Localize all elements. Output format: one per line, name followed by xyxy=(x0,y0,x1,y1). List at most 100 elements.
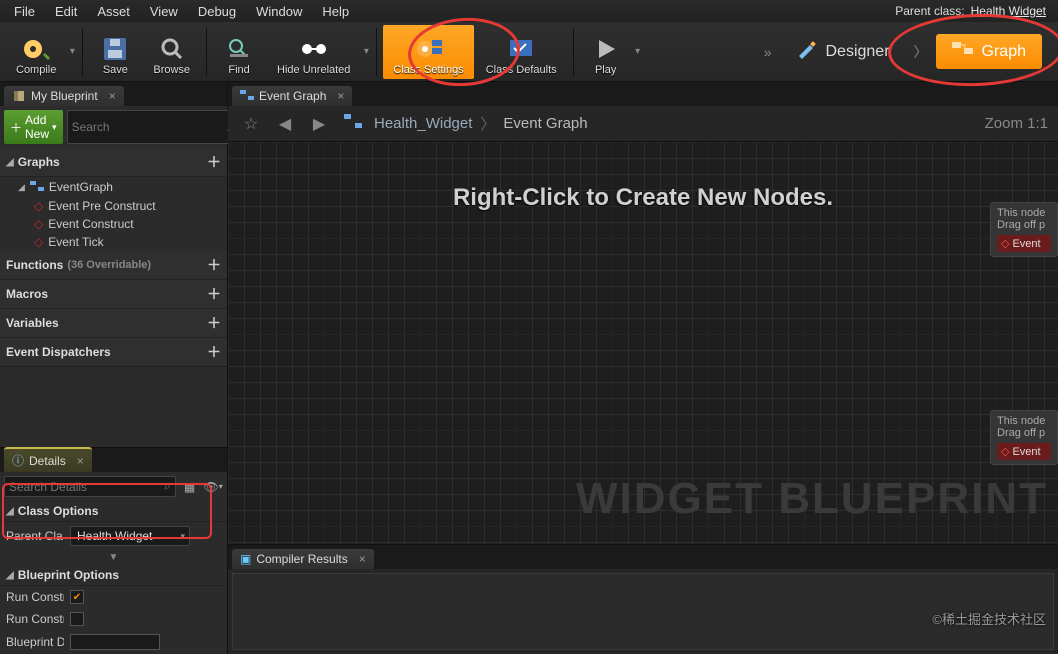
menu-view[interactable]: View xyxy=(140,2,188,21)
event-pre-construct[interactable]: ◇Event Pre Construct xyxy=(0,197,227,215)
class-defaults-button[interactable]: Class Defaults xyxy=(476,25,567,79)
play-label: Play xyxy=(595,64,616,76)
favorite-button[interactable]: ☆ xyxy=(238,111,264,137)
hide-icon xyxy=(298,34,330,64)
class-settings-button[interactable]: Class Settings xyxy=(383,25,473,79)
stub-event-2: ◇Event xyxy=(997,443,1051,460)
browse-button[interactable]: Browse xyxy=(143,25,200,79)
add-graph-button[interactable]: ＋ xyxy=(207,152,221,172)
graph-node-icon xyxy=(30,180,44,194)
corner-watermark: ©稀土掘金技术社区 xyxy=(932,609,1046,628)
details-view-button[interactable]: 👁▾ xyxy=(203,476,223,497)
menu-help[interactable]: Help xyxy=(312,2,359,21)
nav-back-button[interactable]: ◀ xyxy=(272,111,298,137)
designer-label: Designer xyxy=(826,43,890,61)
details-matrix-button[interactable]: ▦ xyxy=(180,476,200,497)
details-search[interactable]: ⌕ xyxy=(4,476,176,497)
close-icon[interactable]: × xyxy=(109,89,116,103)
canvas-watermark: WIDGET BLUEPRINT xyxy=(576,474,1048,524)
right-column: Event Graph × ☆ ◀ ▶ Health_Widget 〉 Even… xyxy=(228,82,1058,654)
add-new-button[interactable]: ＋ Add New ▾ xyxy=(4,110,63,144)
graph-label: Graph xyxy=(982,43,1026,61)
stub-line1b: This node xyxy=(997,415,1051,427)
graph-icon xyxy=(952,40,974,63)
node-stub-1[interactable]: This node Drag off p ◇Event xyxy=(990,202,1058,257)
category-variables[interactable]: Variables ＋ xyxy=(0,309,227,338)
close-icon[interactable]: × xyxy=(359,552,366,566)
menu-edit[interactable]: Edit xyxy=(45,2,87,21)
run-constr-label-1: Run Constr xyxy=(6,590,64,604)
category-functions[interactable]: Functions (36 Overridable) ＋ xyxy=(0,251,227,280)
event-icon: ◇ xyxy=(34,199,43,213)
blueprint-options-header[interactable]: ◢ Blueprint Options xyxy=(0,565,227,586)
designer-icon xyxy=(796,38,818,65)
compiler-results-panel: ▣ Compiler Results × xyxy=(228,544,1058,654)
play-button[interactable]: Play xyxy=(580,25,632,79)
node-stub-2[interactable]: This node Drag off p ◇Event xyxy=(990,410,1058,465)
menu-bar: File Edit Asset View Debug Window Help P… xyxy=(0,0,1058,22)
compiler-results-tab[interactable]: ▣ Compiler Results × xyxy=(232,549,374,569)
collapse-icon: ◢ xyxy=(18,182,25,193)
event-graph-tab-label: Event Graph xyxy=(259,89,326,103)
run-constr-check-1[interactable] xyxy=(70,590,84,604)
details-search-input[interactable] xyxy=(9,480,164,494)
save-button[interactable]: Save xyxy=(89,25,141,79)
blueprint-d-row: Blueprint D xyxy=(0,630,227,654)
hide-dropdown[interactable]: ▾ xyxy=(362,25,370,79)
collapse-icon: ◢ xyxy=(6,506,14,517)
graph-home-button[interactable] xyxy=(340,111,366,137)
myblueprint-tab[interactable]: My Blueprint × xyxy=(4,86,124,106)
parent-class-label: Parent class: xyxy=(895,4,964,18)
hide-unrelated-button[interactable]: Hide Unrelated xyxy=(267,25,360,79)
myblueprint-title: My Blueprint xyxy=(31,89,98,103)
event-graph-tab[interactable]: Event Graph × xyxy=(232,86,352,106)
defaults-icon xyxy=(505,34,537,64)
category-dispatchers[interactable]: Event Dispatchers ＋ xyxy=(0,338,227,367)
search-input[interactable] xyxy=(72,120,227,134)
event-construct[interactable]: ◇Event Construct xyxy=(0,215,227,233)
graph-root-item[interactable]: ◢ EventGraph xyxy=(0,177,227,197)
close-icon[interactable]: × xyxy=(77,454,84,468)
graph-mode-button[interactable]: Graph xyxy=(936,34,1042,69)
category-macros[interactable]: Macros ＋ xyxy=(0,280,227,309)
designer-mode-button[interactable]: Designer xyxy=(780,32,906,71)
category-graphs[interactable]: ◢ Graphs ＋ xyxy=(0,148,227,177)
parent-class-combo[interactable]: Health Widget xyxy=(70,526,190,546)
graph-canvas[interactable]: Right-Click to Create New Nodes. WIDGET … xyxy=(228,142,1058,544)
compile-button[interactable]: Compile xyxy=(6,25,66,79)
close-icon[interactable]: × xyxy=(337,89,344,103)
breadcrumb: Health_Widget 〉 Event Graph xyxy=(374,113,588,134)
breadcrumb-graph[interactable]: Event Graph xyxy=(503,115,587,132)
play-dropdown[interactable]: ▾ xyxy=(634,25,642,79)
menu-debug[interactable]: Debug xyxy=(188,2,246,21)
details-title: Details xyxy=(29,454,66,468)
breadcrumb-blueprint[interactable]: Health_Widget xyxy=(374,115,472,132)
class-settings-label: Class Settings xyxy=(393,64,463,76)
run-constr-check-2[interactable] xyxy=(70,612,84,626)
event-icon: ◇ xyxy=(34,235,43,249)
details-tab[interactable]: ⓘ Details × xyxy=(4,447,92,472)
collapse-icon: ◢ xyxy=(6,157,14,168)
add-dispatcher-button[interactable]: ＋ xyxy=(207,342,221,362)
browse-icon xyxy=(156,34,188,64)
parent-class-link[interactable]: Health Widget xyxy=(971,4,1046,18)
menu-file[interactable]: File xyxy=(4,2,45,21)
expand-arrow[interactable]: ▼ xyxy=(0,550,227,565)
compile-dropdown[interactable]: ▾ xyxy=(68,25,76,79)
event-tick[interactable]: ◇Event Tick xyxy=(0,233,227,251)
add-macro-button[interactable]: ＋ xyxy=(207,284,221,304)
compiler-output[interactable] xyxy=(232,573,1054,650)
overflow-icon[interactable]: » xyxy=(760,44,776,60)
add-function-button[interactable]: ＋ xyxy=(207,255,221,275)
menu-asset[interactable]: Asset xyxy=(87,2,140,21)
main-area: My Blueprint × ＋ Add New ▾ ⌕ 👁▾ ◢ Graphs xyxy=(0,82,1058,654)
add-variable-button[interactable]: ＋ xyxy=(207,313,221,333)
category-graphs-label: Graphs xyxy=(18,155,60,169)
myblueprint-search[interactable]: ⌕ xyxy=(67,110,239,144)
menu-window[interactable]: Window xyxy=(246,2,312,21)
blueprint-d-field[interactable] xyxy=(70,634,160,650)
class-options-header[interactable]: ◢ Class Options xyxy=(0,501,227,522)
nav-forward-button[interactable]: ▶ xyxy=(306,111,332,137)
forward-icon: ▶ xyxy=(313,114,325,134)
find-button[interactable]: Find xyxy=(213,25,265,79)
